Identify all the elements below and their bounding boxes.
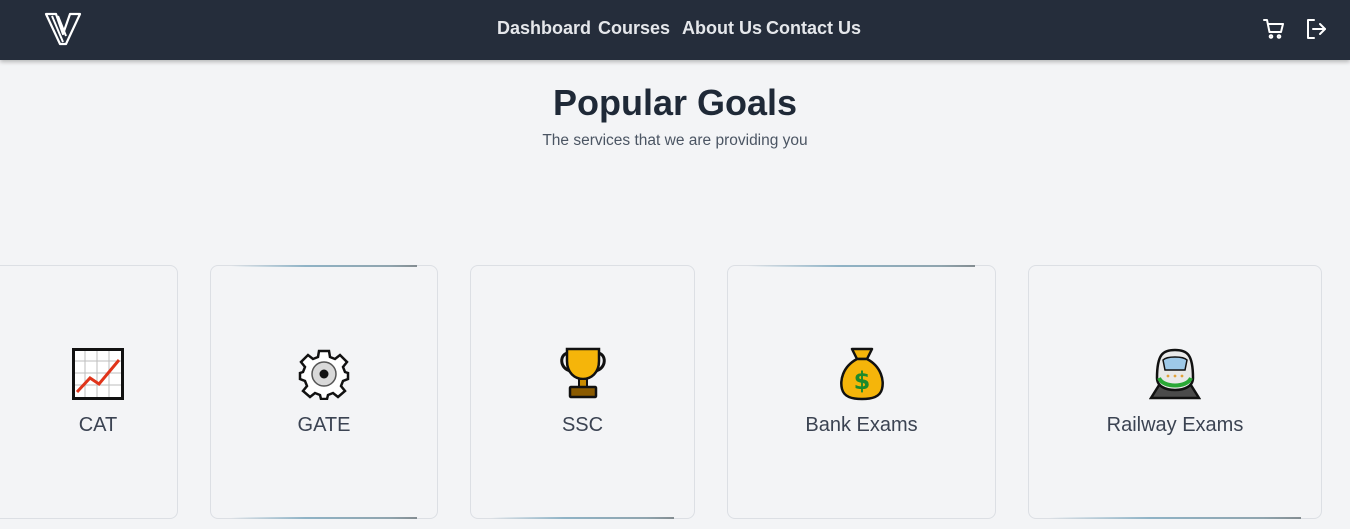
goal-card-icon-wrap [471,346,694,402]
gear-icon [298,349,350,400]
goal-card-gate[interactable]: GATE [210,265,438,519]
goal-card-label: SSC [561,414,604,436]
goal-card-icon-wrap [211,346,437,402]
goal-card-ssc[interactable]: SSC [470,265,695,519]
card-accent-line [491,517,674,519]
goal-card-label: Bank Exams [805,414,918,436]
goal-card-icon-wrap: $ [728,346,995,402]
card-accent-line [748,265,975,267]
card-accent-line [231,517,417,519]
train-icon [1149,348,1201,400]
goal-card-cat[interactable]: CAT [0,265,178,519]
nav-about-link[interactable]: About Us [682,18,762,39]
cart-icon[interactable] [1262,17,1286,41]
nav-dashboard-link[interactable]: Dashboard [497,18,591,39]
svg-text:$: $ [853,367,870,395]
card-accent-line [231,265,417,267]
chart-increasing-icon [72,348,124,400]
goal-card-label: CAT [78,414,118,436]
section-title: Popular Goals [552,82,798,123]
goal-card-railway-exams[interactable]: Railway Exams [1028,265,1322,519]
nav-courses-link[interactable]: Courses [598,18,670,39]
main-nav: Dashboard Courses About Us Contact Us [0,0,1350,60]
goal-card-label: GATE [297,414,351,436]
card-accent-line [1049,517,1301,519]
money-bag-icon: $ [839,347,884,401]
goal-card-bank-exams[interactable]: $ Bank Exams [727,265,996,519]
goal-card-label: Railway Exams [1106,414,1244,436]
section-subtitle: The services that we are providing you [542,132,808,149]
goal-card-icon-wrap [1029,346,1321,402]
nav-contact-link[interactable]: Contact Us [766,18,861,39]
trophy-icon [559,347,606,399]
top-navbar: Dashboard Courses About Us Contact Us [0,0,1350,60]
logout-icon[interactable] [1304,17,1328,41]
goal-card-icon-wrap [0,346,177,402]
